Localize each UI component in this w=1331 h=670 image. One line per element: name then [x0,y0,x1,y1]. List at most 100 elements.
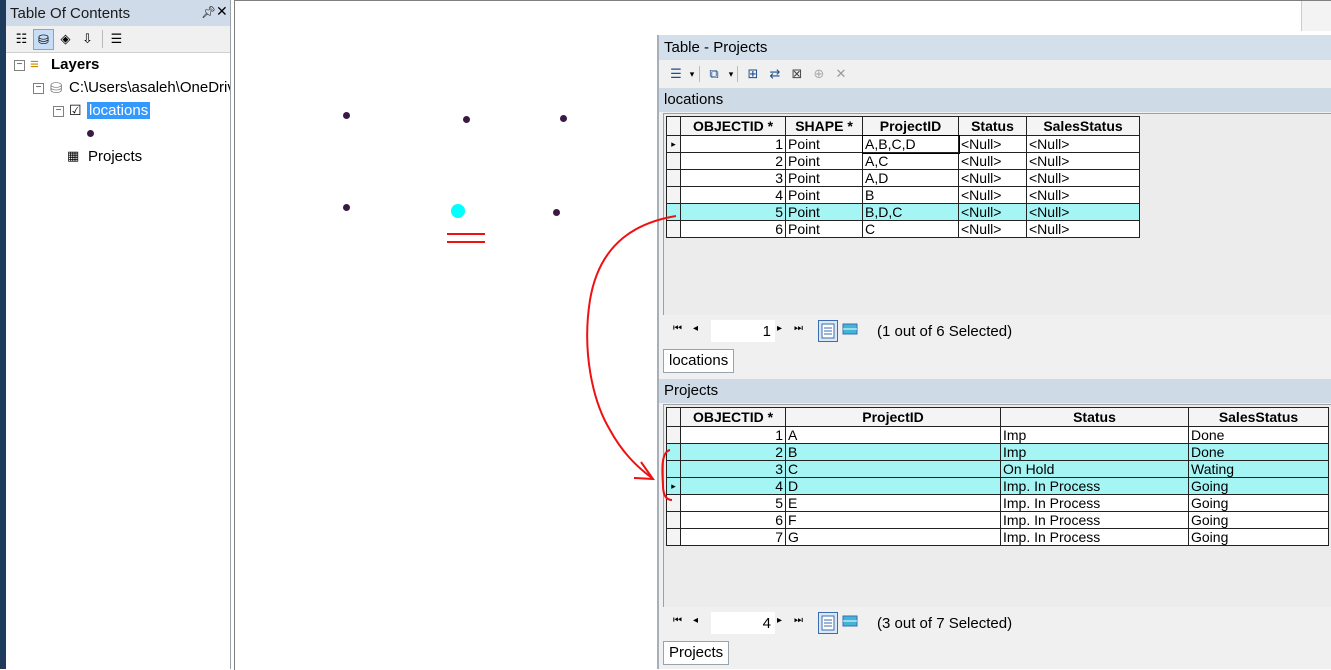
clear-selection-icon[interactable]: ⊠ [788,65,806,83]
tab-projects[interactable]: Projects [663,641,730,665]
table-cell[interactable]: G [785,528,1001,546]
column-header[interactable]: ProjectID [785,407,1001,427]
list-by-source-icon[interactable]: ⛁ [33,29,54,50]
table-row[interactable]: 5 Point B,D,C <Null> <Null> [666,203,1140,221]
table-cell[interactable]: B [785,443,1001,461]
table-cell[interactable]: Point [785,203,863,221]
table-cell[interactable]: <Null> [1026,186,1140,204]
map-point[interactable] [343,112,350,119]
row-selector[interactable] [666,186,681,204]
table-row[interactable]: 2 Point A,C <Null> <Null> [666,152,1140,170]
column-header[interactable]: Status [1000,407,1189,427]
table-cell[interactable]: Imp. In Process [1000,494,1189,512]
table-row[interactable]: ▸ 4 D Imp. In Process Going [666,477,1329,495]
workspace-path-label[interactable]: C:\Users\asaleh\OneDriv [69,79,230,96]
table-cell[interactable]: Going [1188,477,1329,495]
table-cell[interactable]: <Null> [958,203,1027,221]
collapse-layers-icon[interactable]: − [14,60,25,71]
table-row[interactable]: 3 C On Hold Wating [666,460,1329,478]
table-cell[interactable]: A [785,426,1001,444]
table-cell[interactable]: Point [785,186,863,204]
switch-selection-icon[interactable]: ⇄ [766,65,784,83]
current-record-input[interactable] [711,320,775,342]
first-record-icon[interactable]: ⏮︎ [673,615,682,626]
table-cell[interactable]: C [785,460,1001,478]
table-cell[interactable]: A,B,C,D [861,134,960,154]
select-by-attributes-icon[interactable]: ⊞ [744,65,762,83]
row-selector[interactable] [666,220,681,238]
table-cell[interactable]: <Null> [958,186,1027,204]
table-cell[interactable]: E [785,494,1001,512]
table-cell[interactable]: Imp. In Process [1000,528,1189,546]
list-by-drawing-order-icon[interactable]: ☷ [12,29,31,48]
row-selector[interactable] [666,528,681,546]
row-selector[interactable] [666,494,681,512]
table-cell[interactable]: D [785,477,1001,495]
table-cell[interactable]: 3 [680,460,786,478]
table-cell[interactable]: Point [785,135,863,153]
table-cell[interactable]: <Null> [1026,169,1140,187]
show-all-records-icon[interactable] [818,612,838,634]
delete-selected-icon[interactable]: ✕ [832,65,850,83]
table-cell[interactable]: Going [1188,494,1329,512]
pin-icon[interactable]: 📌︎ [201,5,216,19]
table-row[interactable]: 4 Point B <Null> <Null> [666,186,1140,204]
row-header-corner[interactable] [666,116,681,136]
table-cell[interactable]: Imp [1000,426,1189,444]
table-cell[interactable]: Imp. In Process [1000,477,1189,495]
table-cell[interactable]: 1 [680,426,786,444]
collapse-workspace-icon[interactable]: − [33,83,44,94]
table-cell[interactable]: Done [1188,426,1329,444]
table-row[interactable]: 6 F Imp. In Process Going [666,511,1329,529]
table-cell[interactable]: 7 [680,528,786,546]
map-point[interactable] [560,115,567,122]
table-cell[interactable]: <Null> [1026,203,1140,221]
column-header[interactable]: OBJECTID * [680,116,786,136]
table-cell[interactable]: 4 [680,477,786,495]
table-row[interactable]: 7 G Imp. In Process Going [666,528,1329,546]
options-icon[interactable]: ☰ [107,29,126,48]
list-by-selection-icon[interactable]: ⇩ [78,29,97,48]
table-cell[interactable]: <Null> [958,135,1027,153]
table-cell[interactable]: 6 [680,220,786,238]
table-cell[interactable]: <Null> [1026,135,1140,153]
table-cell[interactable]: Done [1188,443,1329,461]
table-cell[interactable]: Point [785,152,863,170]
row-header-corner[interactable] [666,407,681,427]
table-row[interactable]: 1 A Imp Done [666,426,1329,444]
table-cell[interactable]: 2 [680,443,786,461]
row-selector[interactable] [666,443,681,461]
table-cell[interactable]: 3 [680,169,786,187]
column-header[interactable]: OBJECTID * [680,407,786,427]
table-cell[interactable]: 4 [680,186,786,204]
zoom-to-selected-icon[interactable]: ⊕ [810,65,828,83]
table-cell[interactable]: <Null> [1026,220,1140,238]
show-all-records-icon[interactable] [818,320,838,342]
current-record-input[interactable] [711,612,775,634]
previous-record-icon[interactable]: ◂ [693,323,698,334]
table-projects-label[interactable]: Projects [88,148,142,165]
row-selector[interactable] [666,460,681,478]
table-cell[interactable]: Going [1188,528,1329,546]
table-cell[interactable]: Imp [1000,443,1189,461]
table-cell[interactable]: F [785,511,1001,529]
row-selector[interactable] [666,152,681,170]
table-cell[interactable]: A,C [862,152,959,170]
next-record-icon[interactable]: ▸ [777,615,782,626]
map-point[interactable] [463,116,470,123]
table-cell[interactable]: <Null> [958,152,1027,170]
table-row[interactable]: 5 E Imp. In Process Going [666,494,1329,512]
table-cell[interactable]: Imp. In Process [1000,511,1189,529]
column-header[interactable]: Status [958,116,1027,136]
table-row[interactable]: 6 Point C <Null> <Null> [666,220,1140,238]
table-cell[interactable]: <Null> [958,220,1027,238]
map-point-selected[interactable] [451,204,465,218]
row-selector[interactable] [666,511,681,529]
table-cell[interactable]: <Null> [1026,152,1140,170]
row-selector[interactable]: ▸ [666,477,681,495]
table-cell[interactable]: Going [1188,511,1329,529]
collapse-layer-icon[interactable]: − [53,106,64,117]
row-selector[interactable] [666,169,681,187]
table-row[interactable]: ▸ 1 Point A,B,C,D <Null> <Null> [666,134,1140,154]
close-icon[interactable]: ✕ [216,3,228,20]
